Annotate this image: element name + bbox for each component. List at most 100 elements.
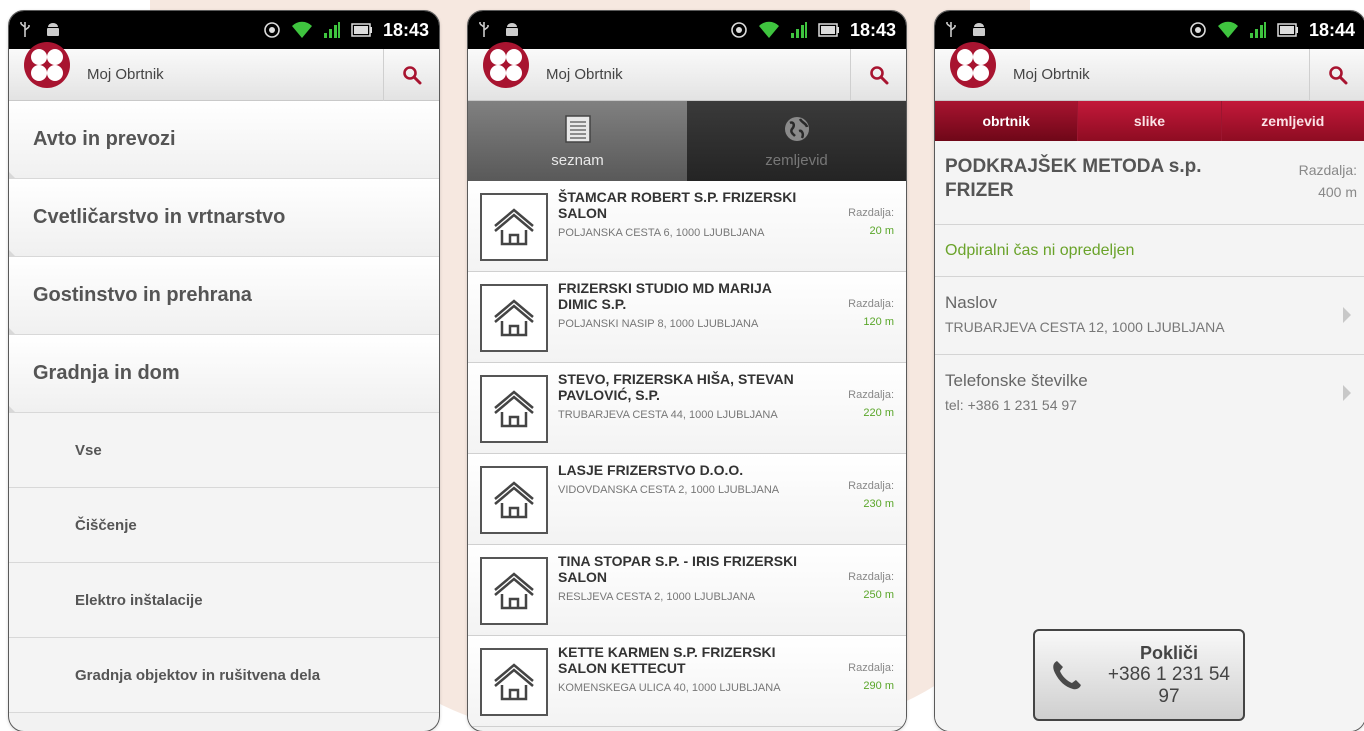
status-bar: 18:44 — [935, 11, 1364, 49]
list-item[interactable]: LASJE FRIZERSTVO d.o.o. VIDOVDANSKA CESTA… — [468, 454, 906, 545]
distance-value: 20 m — [869, 225, 894, 237]
results-list: ŠTAMCAR ROBERT S.P. FRIZERSKI SALON POLJA… — [468, 181, 906, 727]
distance-label: Razdalja: — [1298, 162, 1357, 178]
distance-value: 400 m — [1318, 184, 1357, 200]
call-button[interactable]: Pokliči +386 1 231 54 97 — [1033, 629, 1245, 721]
subcategory-item[interactable]: Elektro inštalacije — [9, 563, 439, 638]
tab-list[interactable]: seznam — [468, 101, 687, 181]
battery-icon — [1277, 23, 1299, 37]
globe-icon — [784, 116, 809, 141]
search-icon — [869, 65, 888, 84]
logo-icon[interactable] — [23, 41, 71, 89]
detail-tabs: obrtnik slike zemljevid — [935, 101, 1364, 141]
app-title: Moj Obrtnik — [87, 66, 164, 83]
distance-label: Razdalja: — [848, 571, 894, 583]
tab-map[interactable]: zemljevid — [1222, 101, 1364, 141]
status-bar: 18:43 — [9, 11, 439, 49]
app-title: Moj Obrtnik — [546, 66, 623, 83]
result-name: KETTE KARMEN s.p. FRIZERSKI SALON KETTEC… — [558, 644, 776, 676]
business-name: PODKRAJŠEK METODA s.p. FRIZER — [945, 156, 1202, 201]
distance-value: 230 m — [863, 498, 894, 510]
android-icon — [45, 22, 61, 38]
address-title: Naslov — [945, 293, 997, 312]
category-item[interactable]: Avto in prevozi — [9, 101, 439, 184]
distance-label: Razdalja: — [848, 389, 894, 401]
call-label: Pokliči — [1139, 643, 1198, 663]
battery-icon — [818, 23, 840, 37]
app-header: Moj Obrtnik — [935, 42, 1364, 101]
wifi-icon — [1217, 21, 1239, 39]
subcategory-item[interactable]: Gradnja objektov in rušitvena dela — [9, 638, 439, 713]
search-button[interactable] — [383, 48, 439, 101]
app-title: Moj Obrtnik — [1013, 66, 1090, 83]
tab-map[interactable]: zemljevid — [687, 101, 906, 181]
category-item-expanded[interactable]: Gradnja in dom — [9, 335, 439, 418]
usb-icon — [478, 21, 490, 39]
list-item[interactable]: KETTE KARMEN s.p. FRIZERSKI SALON KETTEC… — [468, 636, 906, 727]
distance-label: Razdalja: — [848, 298, 894, 310]
list-icon — [564, 114, 591, 143]
usb-icon — [19, 21, 31, 39]
status-bar: 18:43 — [468, 11, 906, 49]
list-item[interactable]: FRIZERSKI STUDIO MD MARIJA DIMIC s.p. POL… — [468, 272, 906, 363]
search-button[interactable] — [1309, 48, 1364, 101]
address-value: TRUBARJEVA CESTA 12, 1000 LJUBLJANA — [945, 319, 1225, 335]
call-area: Pokliči +386 1 231 54 97 — [935, 411, 1364, 731]
battery-icon — [351, 23, 373, 37]
subcategory-label: Gradnja objektov in rušitvena dela — [75, 666, 321, 684]
result-address: POLJANSKA CESTA 6, 1000 LJUBLJANA — [558, 227, 765, 239]
tab-photos[interactable]: slike — [1078, 101, 1222, 141]
phone-categories-screen: 18:43 Moj Obrtnik Avto in prevozi Cvetli… — [8, 10, 440, 731]
search-icon — [1328, 65, 1347, 84]
distance-label: Razdalja: — [848, 662, 894, 674]
clock: 18:43 — [849, 19, 896, 40]
view-tabs: seznam zemljevid — [468, 101, 906, 181]
list-item[interactable]: ŠTAMCAR ROBERT S.P. FRIZERSKI SALON POLJA… — [468, 181, 906, 272]
house-icon — [480, 557, 548, 625]
app-header: Moj Obrtnik — [9, 42, 439, 101]
house-icon — [480, 375, 548, 443]
gps-icon — [730, 21, 748, 39]
phone-icon — [1053, 661, 1081, 690]
house-icon — [480, 466, 548, 534]
logo-icon[interactable] — [482, 41, 530, 89]
android-icon — [504, 22, 520, 38]
wifi-icon — [291, 21, 313, 39]
chevron-right-icon — [1343, 307, 1351, 323]
search-icon — [402, 65, 421, 84]
house-icon — [480, 284, 548, 352]
address-row[interactable]: Naslov TRUBARJEVA CESTA 12, 1000 LJUBLJA… — [935, 277, 1364, 355]
tab-craftsman[interactable]: obrtnik — [935, 101, 1079, 141]
result-address: POLJANSKI NASIP 8, 1000 LJUBLJANA — [558, 318, 759, 330]
signal-icon — [1249, 21, 1267, 39]
app-header: Moj Obrtnik — [468, 42, 906, 101]
result-name: TINA STOPAR S.P. - IRIS FRIZERSKI SALON — [558, 553, 798, 585]
subcategory-item[interactable]: Čiščenje — [9, 488, 439, 563]
phone-title: Telefonske številke — [945, 371, 1088, 390]
category-item[interactable]: Gostinstvo in prehrana — [9, 257, 439, 340]
signal-icon — [790, 21, 808, 39]
category-item[interactable]: Cvetličarstvo in vrtnarstvo — [9, 179, 439, 262]
android-icon — [971, 22, 987, 38]
list-item[interactable]: TINA STOPAR S.P. - IRIS FRIZERSKI SALON R… — [468, 545, 906, 636]
distance-label: Razdalja: — [848, 207, 894, 219]
distance-label: Razdalja: — [848, 480, 894, 492]
logo-icon[interactable] — [949, 41, 997, 89]
phone-results-screen: 18:43 Moj Obrtnik seznam zemljevid ŠTAMC… — [467, 10, 907, 731]
result-address: RESLJEVA CESTA 2, 1000 LJUBLJANA — [558, 591, 756, 603]
distance-value: 120 m — [863, 316, 894, 328]
subcategory-label: Elektro inštalacije — [75, 591, 203, 609]
chevron-right-icon — [1343, 385, 1351, 401]
tab-label: seznam — [551, 151, 604, 169]
subcategory-item[interactable]: Vse — [9, 413, 439, 488]
category-label: Gostinstvo in prehrana — [33, 284, 252, 306]
search-button[interactable] — [850, 48, 906, 101]
tab-label: zemljevid — [765, 151, 828, 169]
list-item[interactable]: STEVO, FRIZERSKA HIŠA, STEVAN PAVLOVIĆ, … — [468, 363, 906, 454]
phone-detail-screen: 18:44 Moj Obrtnik obrtnik slike zemljevi… — [934, 10, 1364, 731]
result-name: ŠTAMCAR ROBERT S.P. FRIZERSKI SALON — [558, 189, 797, 221]
category-list: Avto in prevozi Cvetličarstvo in vrtnars… — [9, 101, 439, 713]
category-label: Gradnja in dom — [33, 362, 180, 384]
distance-value: 220 m — [863, 407, 894, 419]
subcategory-label: Vse — [75, 441, 102, 459]
